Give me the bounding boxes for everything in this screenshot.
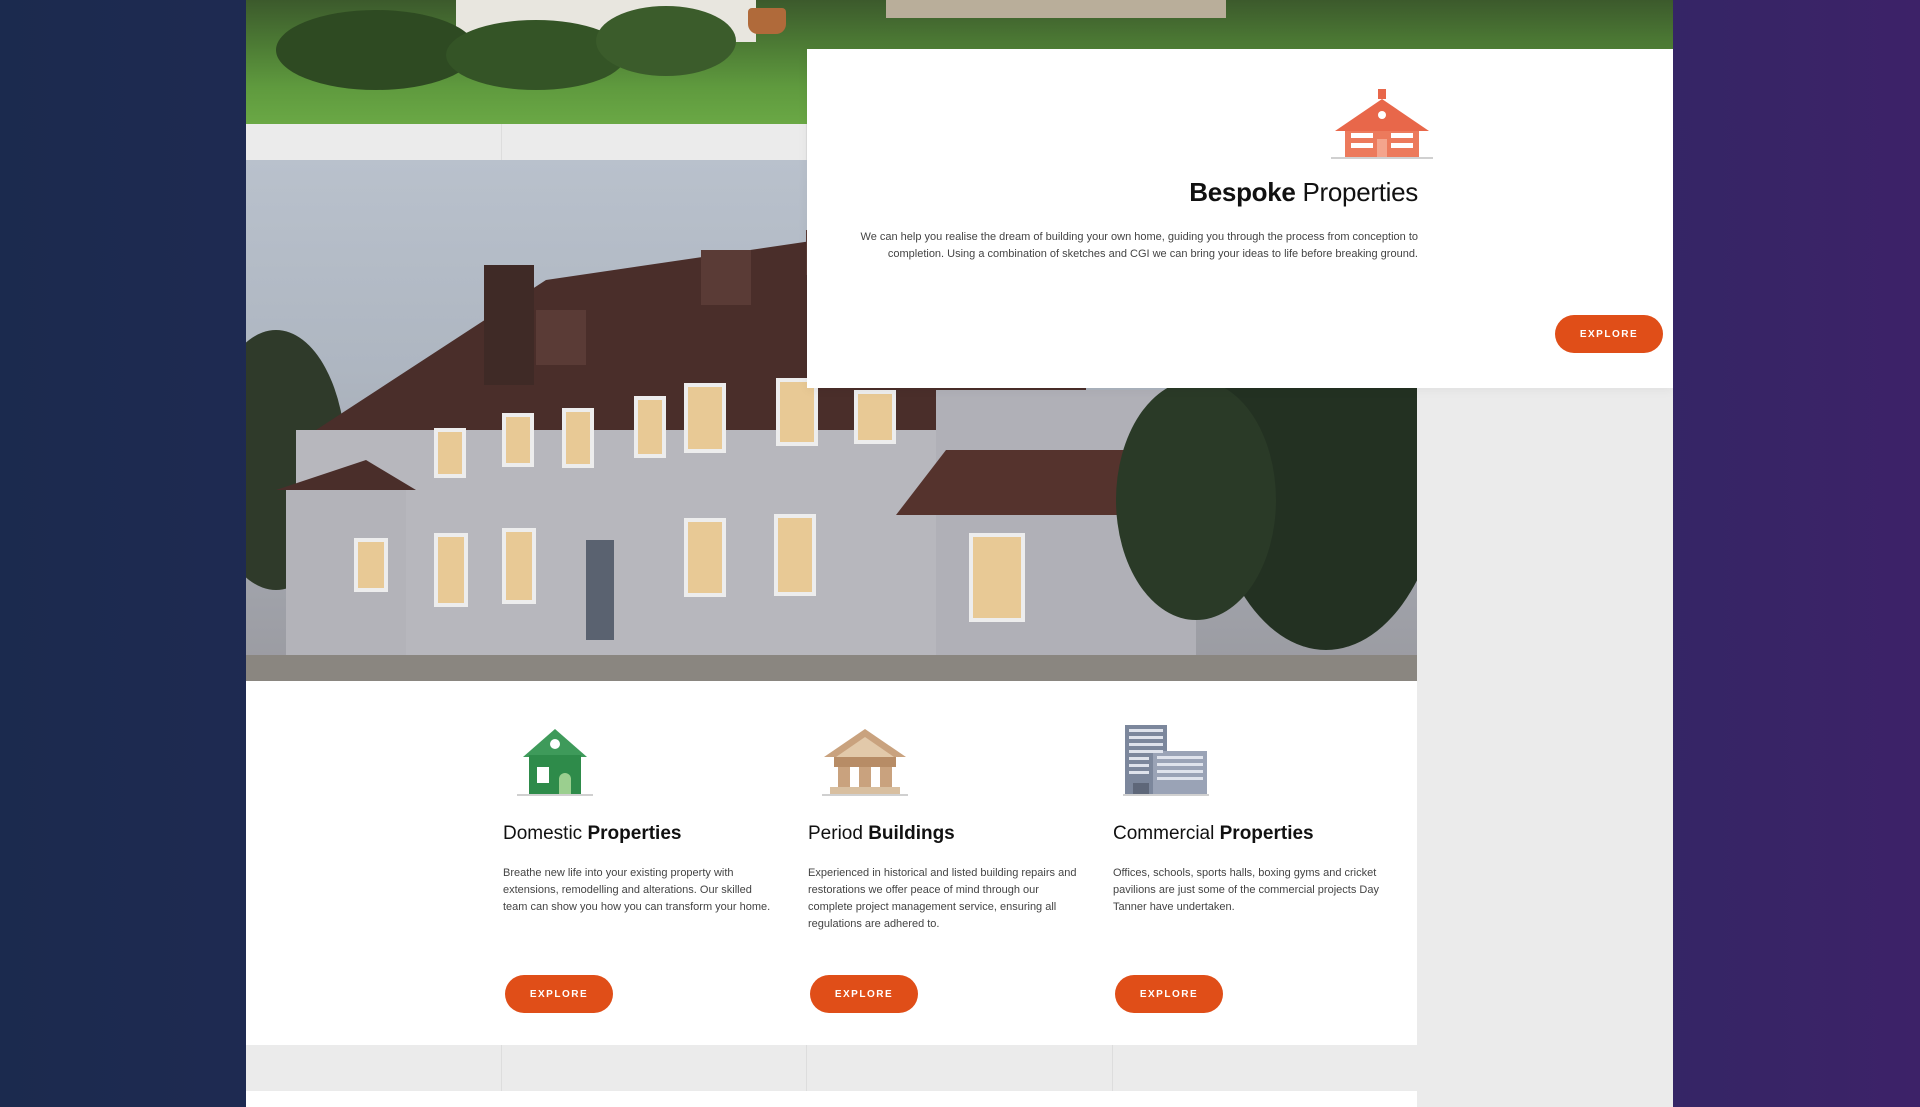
photo-steps [886, 0, 1226, 18]
house-icon [515, 725, 595, 804]
period-explore-button[interactable]: EXPLORE [810, 975, 918, 1013]
service-title-bold: Properties [587, 823, 682, 844]
pavilion-icon [820, 725, 910, 804]
office-building-icon [1123, 725, 1209, 804]
bespoke-title-rest: Properties [1295, 177, 1419, 207]
photo-pot [748, 8, 786, 34]
service-title: Commercial Properties [1113, 823, 1314, 845]
service-title-bold: Properties [1219, 823, 1314, 844]
bespoke-title: Bespoke Properties [1189, 177, 1418, 208]
bespoke-title-bold: Bespoke [1189, 177, 1296, 207]
photo-bush [596, 6, 736, 76]
bespoke-description: We can help you realise the dream of bui… [860, 231, 1418, 260]
bespoke-card: Bespoke Properties We can help you reali… [807, 49, 1673, 388]
domestic-explore-button[interactable]: EXPLORE [505, 975, 613, 1013]
service-title-bold: Buildings [868, 823, 955, 844]
service-title-lead: Period [808, 823, 869, 844]
service-description: Breathe new life into your existing prop… [503, 867, 771, 913]
service-title: Domestic Properties [503, 823, 681, 845]
next-section-edge [246, 1091, 1417, 1107]
bespoke-explore-button[interactable]: EXPLORE [1555, 315, 1663, 353]
service-title-lead: Commercial [1113, 823, 1220, 844]
house-icon [1327, 87, 1437, 164]
service-description: Offices, schools, sports halls, boxing g… [1113, 867, 1379, 913]
service-description: Experienced in historical and listed bui… [808, 867, 1077, 930]
page-content: Bespoke Properties We can help you reali… [246, 0, 1673, 1107]
commercial-explore-button[interactable]: EXPLORE [1115, 975, 1223, 1013]
services-section: Domestic Properties Breathe new life int… [246, 681, 1417, 1045]
service-title-lead: Domestic [503, 823, 588, 844]
service-title: Period Buildings [808, 823, 955, 845]
